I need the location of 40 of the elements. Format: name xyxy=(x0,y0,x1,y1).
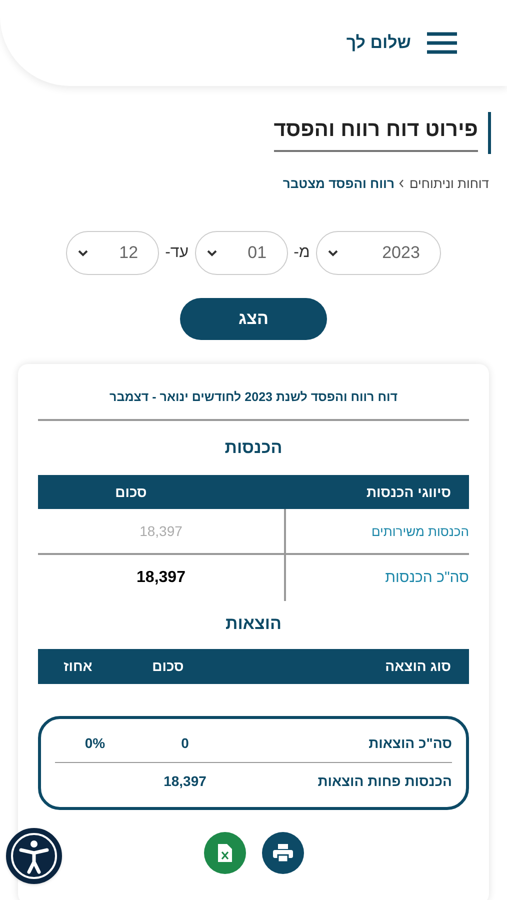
month-select[interactable]: 01 xyxy=(194,231,288,275)
column-header: סיווגי הכנסות xyxy=(365,482,452,502)
breadcrumb-link[interactable]: רווח והפסד מצטבר xyxy=(282,174,394,193)
select-value: 12 xyxy=(119,242,138,264)
printer-icon xyxy=(272,844,292,862)
section-heading: הכנסות xyxy=(224,436,284,459)
table-cell-text: 18,397 xyxy=(138,522,184,541)
chevron-left-icon xyxy=(398,178,406,188)
table-cell: סה"כ הכנסות xyxy=(284,555,469,602)
summary-label: הכנסות פחות הוצאות xyxy=(316,772,452,792)
print-button[interactable] xyxy=(262,832,304,874)
report-title: דוח רווח והפסד לשנת 2023 לחודשים ינואר - דצמבר xyxy=(38,388,469,421)
greeting: שלום לך xyxy=(346,32,411,54)
month-select[interactable]: 2023 xyxy=(316,231,441,275)
chevron-down-icon xyxy=(77,249,90,257)
select-value: 2023 xyxy=(382,242,420,264)
range-label: מ- xyxy=(294,243,310,263)
column-header: סכום xyxy=(114,482,148,502)
page-title: פירוט דוח רווח והפסד xyxy=(274,114,478,152)
range-label: עד- xyxy=(165,243,189,263)
excel-export-button[interactable] xyxy=(204,832,246,874)
column-header: סוג הוצאה xyxy=(384,656,452,676)
show-button[interactable]: הצג xyxy=(180,298,327,340)
column-header: סכום xyxy=(151,656,185,676)
menu-icon[interactable] xyxy=(427,32,457,54)
table-cell-text: 18,397 xyxy=(136,568,186,588)
chevron-down-icon xyxy=(206,249,218,257)
spreadsheet-file-icon xyxy=(218,844,232,862)
select-value: 01 xyxy=(248,242,267,264)
section-heading: הוצאות xyxy=(224,613,282,636)
month-select[interactable]: 12 xyxy=(66,231,160,275)
table-cell: הכנסות משירותים xyxy=(284,509,469,554)
accessibility-icon xyxy=(10,832,58,880)
chevron-down-icon xyxy=(326,249,339,257)
summary-label: סה"כ הוצאות xyxy=(368,734,452,753)
summary-amount: 18,397 xyxy=(162,772,208,792)
column-header: אחוז xyxy=(62,656,94,676)
summary-percent: 0% xyxy=(84,734,106,751)
breadcrumb-link[interactable]: דוחות וניתוחים xyxy=(409,174,489,193)
summary-amount: 0 xyxy=(180,734,190,753)
